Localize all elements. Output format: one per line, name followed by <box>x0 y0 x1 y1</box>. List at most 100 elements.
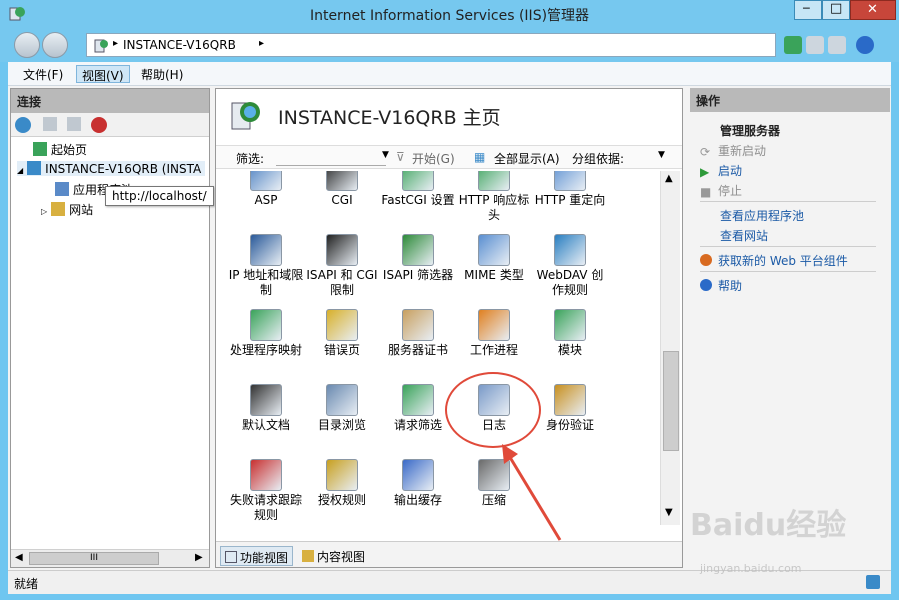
maximize-icon: □ <box>830 1 843 16</box>
actions-panel: 操作 管理服务器 ⟳ 重新启动 ▶ 启动 ■ 停止 查看应用程序池 查看网站 获取新的… <box>690 88 890 568</box>
save-icon[interactable] <box>43 117 57 131</box>
feature-item[interactable]: 身份验证 <box>532 384 608 433</box>
http-headers-icon <box>478 171 510 191</box>
tree-item-sites[interactable]: ▷ 网站 <box>41 201 93 218</box>
feature-item[interactable]: FastCGI 设置 <box>380 171 456 208</box>
horizontal-scrollbar[interactable]: ◀ III ▶ <box>11 549 209 567</box>
filter-dropdown-icon[interactable]: ▼ <box>382 150 389 160</box>
feature-item[interactable]: 输出缓存 <box>380 459 456 508</box>
view-tabs: 功能视图 内容视图 <box>216 541 682 567</box>
feature-label: ISAPI 筛选器 <box>382 268 454 282</box>
disconnect-icon[interactable] <box>91 117 107 133</box>
status-text: 就绪 <box>14 577 39 591</box>
group-by-dropdown-icon[interactable]: ▼ <box>658 150 665 160</box>
feature-item[interactable]: ISAPI 和 CGI 限制 <box>304 234 380 298</box>
refresh-icon[interactable] <box>784 36 802 54</box>
menu-view[interactable]: 视图(V) <box>76 65 130 83</box>
feature-item[interactable]: 模块 <box>532 309 608 358</box>
feature-label: 模块 <box>557 343 582 357</box>
forward-button[interactable] <box>42 32 68 58</box>
globe-connect-icon[interactable] <box>15 117 31 133</box>
scroll-thumb[interactable]: III <box>29 552 159 565</box>
close-button[interactable]: ✕ <box>850 0 896 20</box>
app-pools-icon <box>55 182 69 196</box>
start-page-icon <box>33 142 47 156</box>
scroll-right-icon[interactable]: ▶ <box>195 552 203 563</box>
start-filter-button[interactable]: 开始(G) <box>412 150 455 167</box>
vertical-scrollbar[interactable]: ▲ ▼ <box>660 171 680 525</box>
restart-icon: ⟳ <box>700 145 711 159</box>
feature-label: 身份验证 <box>545 418 594 432</box>
up-icon[interactable] <box>67 117 81 131</box>
breadcrumb-dropdown[interactable]: ▸ <box>259 38 264 49</box>
stop-icon: ■ <box>700 185 712 199</box>
menu-help[interactable]: 帮助(H) <box>136 65 188 83</box>
cgi-icon <box>326 171 358 191</box>
feature-item[interactable]: 处理程序映射 <box>228 309 304 358</box>
tab-features-view[interactable]: 功能视图 <box>220 546 294 566</box>
feature-item[interactable]: 目录浏览 <box>304 384 380 433</box>
feature-item[interactable]: MIME 类型 <box>456 234 532 283</box>
http-redirect-icon <box>554 171 586 191</box>
feature-item[interactable]: 授权规则 <box>304 459 380 508</box>
request-filtering-icon <box>402 384 434 416</box>
filter-input[interactable] <box>276 148 386 166</box>
feature-item[interactable]: 服务器证书 <box>380 309 456 358</box>
back-button[interactable] <box>14 32 40 58</box>
scroll-up-icon[interactable]: ▲ <box>665 173 673 184</box>
feature-item[interactable]: HTTP 重定向 <box>532 171 608 208</box>
feature-item[interactable]: CGI <box>304 171 380 208</box>
expand-icon[interactable]: ▷ <box>41 207 47 216</box>
feature-label: 目录浏览 <box>317 418 366 432</box>
feature-item[interactable]: ISAPI 筛选器 <box>380 234 456 283</box>
action-view-app-pools[interactable]: 查看应用程序池 <box>720 207 804 224</box>
feature-item[interactable]: 错误页 <box>304 309 380 358</box>
filter-label: 筛选: <box>236 152 265 166</box>
address-bar[interactable]: ▸ INSTANCE-V16QRB ▸ <box>86 33 776 57</box>
action-restart[interactable]: ⟳ 重新启动 <box>700 142 766 159</box>
feature-label: FastCGI 设置 <box>381 193 455 207</box>
scroll-down-icon[interactable]: ▼ <box>665 507 673 518</box>
feature-item[interactable]: 工作进程 <box>456 309 532 358</box>
feature-item[interactable]: 失败请求跟踪规则 <box>228 459 304 523</box>
home-icon[interactable] <box>828 36 846 54</box>
help-dropdown-icon[interactable] <box>856 36 874 54</box>
action-web-platform[interactable]: 获取新的 Web 平台组件 <box>700 252 848 269</box>
action-help[interactable]: 帮助 <box>700 277 742 294</box>
authentication-icon <box>554 384 586 416</box>
collapse-icon[interactable]: ◢ <box>17 166 23 175</box>
filter-bar: 筛选: ▼ ⊽ 开始(G) ▦ 全部显示(A) 分组依据: ▼ <box>216 145 682 169</box>
action-stop[interactable]: ■ 停止 <box>700 182 742 199</box>
scroll-thumb[interactable] <box>663 351 679 451</box>
feature-item[interactable]: WebDAV 创作规则 <box>532 234 608 298</box>
connections-toolbar <box>11 113 209 137</box>
feature-item[interactable]: IP 地址和域限制 <box>228 234 304 298</box>
maximize-button[interactable]: □ <box>822 0 850 20</box>
action-view-sites[interactable]: 查看网站 <box>720 227 768 244</box>
tree-item-start-page[interactable]: 起始页 <box>33 141 87 158</box>
feature-item[interactable]: 默认文档 <box>228 384 304 433</box>
stop-icon[interactable] <box>806 36 824 54</box>
server-icon <box>27 161 42 175</box>
action-start[interactable]: ▶ 启动 <box>700 162 742 179</box>
feature-label: 授权规则 <box>317 493 366 507</box>
feature-item[interactable]: HTTP 响应标头 <box>456 171 532 223</box>
tab-content-view[interactable]: 内容视图 <box>298 546 369 566</box>
feature-item[interactable]: 日志 <box>456 384 532 433</box>
tree-item-server[interactable]: ◢ INSTANCE-V16QRB (INSTA <box>17 161 206 176</box>
fastcgi-icon <box>402 171 434 191</box>
feature-label: 失败请求跟踪规则 <box>229 493 302 522</box>
scroll-left-icon[interactable]: ◀ <box>15 552 23 563</box>
network-status-icon <box>866 575 880 589</box>
isapi-filter-icon <box>402 234 434 266</box>
menu-file[interactable]: 文件(F) <box>18 65 68 83</box>
ip-restrictions-icon <box>250 234 282 266</box>
worker-process-icon <box>478 309 510 341</box>
manage-server-heading: 管理服务器 <box>720 124 781 138</box>
feature-item[interactable]: ASP <box>228 171 304 208</box>
feature-label: 服务器证书 <box>387 343 448 357</box>
breadcrumb-server[interactable]: INSTANCE-V16QRB <box>123 38 236 52</box>
feature-item[interactable]: 请求筛选 <box>380 384 456 433</box>
minimize-button[interactable]: ─ <box>794 0 822 20</box>
show-all-button[interactable]: 全部显示(A) <box>494 150 560 167</box>
